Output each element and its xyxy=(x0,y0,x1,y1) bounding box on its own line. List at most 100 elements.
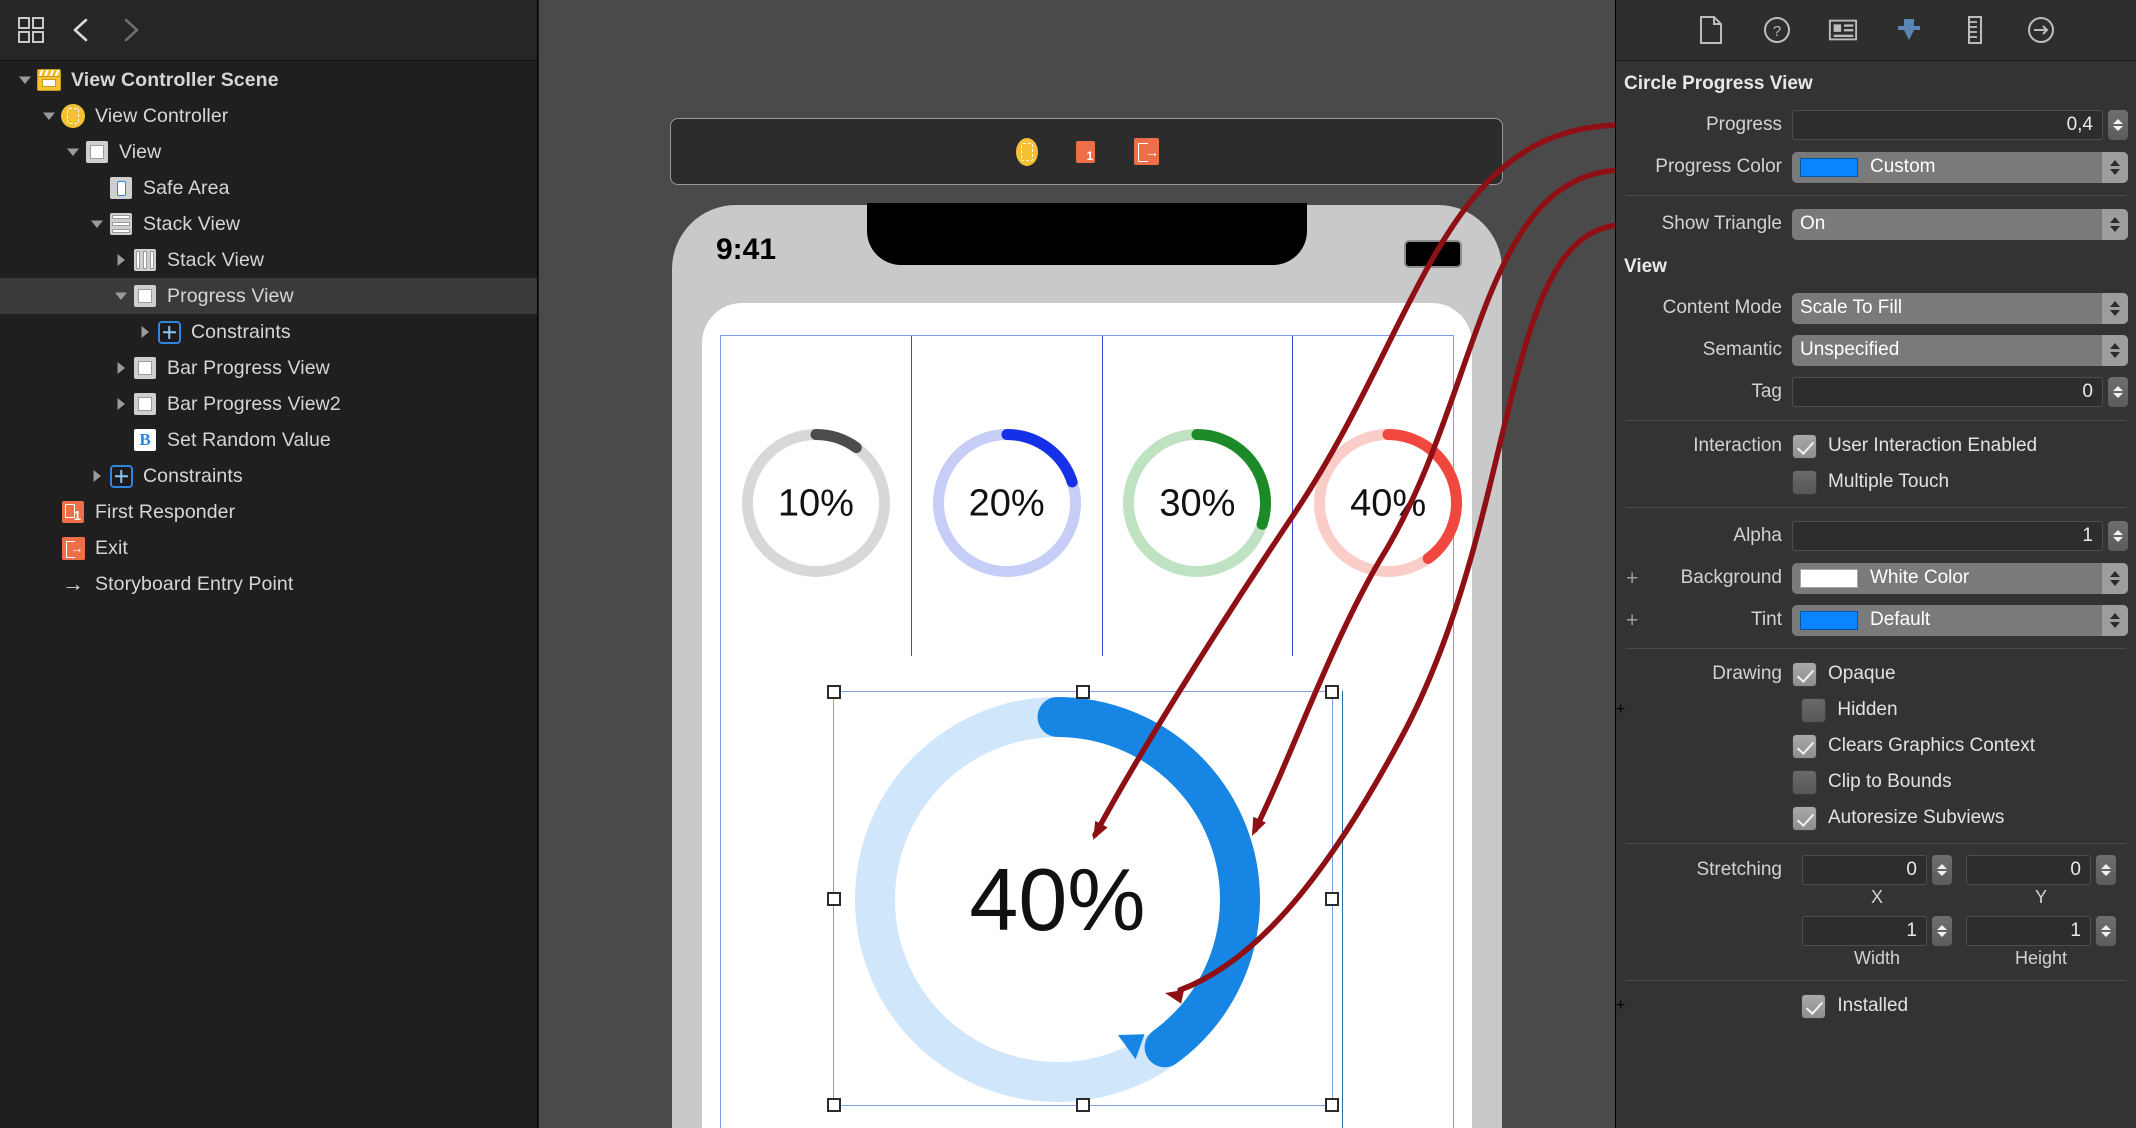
resize-handle-top-left[interactable] xyxy=(827,685,841,699)
tree-item-safe-area[interactable]: Safe Area xyxy=(0,170,537,206)
tree-item-label: View Controller xyxy=(95,104,229,127)
disclosure-triangle[interactable] xyxy=(110,242,132,278)
semantic-select[interactable]: Unspecified xyxy=(1792,334,2128,366)
tree-item-view-controller[interactable]: View Controller xyxy=(0,98,537,134)
scene-outline-tree[interactable]: View Controller Scene View Controller View… xyxy=(0,62,537,1128)
tree-item-constraints[interactable]: Constraints xyxy=(0,314,537,350)
tree-item-exit[interactable]: Exit xyxy=(0,530,537,566)
hidden-checkbox[interactable] xyxy=(1801,697,1827,723)
field-label: Content Mode xyxy=(1662,297,1782,318)
stretching-x-input[interactable]: 0 xyxy=(1802,855,1927,885)
connections-inspector-icon[interactable] xyxy=(2026,15,2056,45)
chevron-right-icon[interactable] xyxy=(114,13,148,47)
disclosure-triangle[interactable] xyxy=(110,278,132,314)
opaque-checkbox[interactable] xyxy=(1792,661,1817,687)
inspector-tab-bar[interactable]: ? xyxy=(1616,0,2136,61)
tree-item-label: Stack View xyxy=(167,248,265,271)
tree-item-stack-view[interactable]: Stack View xyxy=(0,206,537,242)
disclosure-triangle[interactable] xyxy=(62,134,84,170)
inspector-row-clip-to-bounds: Clip to Bounds xyxy=(1616,764,2136,800)
tree-item-first-responder[interactable]: First Responder xyxy=(0,494,537,530)
add-variation-plus-icon[interactable]: + xyxy=(1616,997,1625,1015)
resize-handle-bottom-left[interactable] xyxy=(827,1098,841,1112)
stepper-control[interactable] xyxy=(1932,855,1952,885)
combo-arrows-icon[interactable] xyxy=(2102,562,2128,594)
horizontal-stack-view[interactable]: 10% 20% 30% 40% xyxy=(721,336,1483,656)
resize-handle-middle-left[interactable] xyxy=(827,891,841,906)
disclosure-triangle[interactable] xyxy=(86,206,108,242)
tree-item-view[interactable]: View xyxy=(0,134,537,170)
show-triangle-select[interactable]: On xyxy=(1792,208,2128,240)
combo-arrows-icon[interactable] xyxy=(2102,208,2128,240)
circle-progress-view-3[interactable]: 30% xyxy=(1103,336,1294,656)
resize-handle-top-center[interactable] xyxy=(1076,685,1090,699)
user-interaction-enabled-checkbox[interactable] xyxy=(1792,433,1817,459)
chevron-left-icon[interactable] xyxy=(64,13,98,47)
combo-arrows-icon[interactable] xyxy=(2102,604,2128,636)
tag-input[interactable]: 0 xyxy=(1792,377,2103,407)
inspector-row-stretching: Stretching 0 X 0 Y 1 Width 1 Height xyxy=(1616,851,2136,973)
tree-item-constraints[interactable]: Constraints xyxy=(0,458,537,494)
stretching-height-input[interactable]: 1 xyxy=(1966,916,2091,946)
file-inspector-icon[interactable] xyxy=(1696,15,1726,45)
resize-handle-middle-right[interactable] xyxy=(1325,891,1339,906)
combo-arrows-icon[interactable] xyxy=(2102,334,2128,366)
attributes-inspector-icon[interactable] xyxy=(1894,15,1924,45)
tree-item-view-controller-scene[interactable]: View Controller Scene xyxy=(0,62,537,98)
tree-item-progress-view[interactable]: Progress View xyxy=(0,278,537,314)
disclosure-triangle[interactable] xyxy=(110,350,132,386)
disclosure-triangle[interactable] xyxy=(14,62,36,98)
progress-color-select[interactable]: Custom xyxy=(1792,151,2128,183)
tree-item-bar-progress-view[interactable]: Bar Progress View xyxy=(0,350,537,386)
stretching-y-input[interactable]: 0 xyxy=(1966,855,2091,885)
combo-arrows-icon[interactable] xyxy=(2102,151,2128,183)
scene-dock[interactable] xyxy=(670,118,1503,185)
disclosure-triangle[interactable] xyxy=(86,458,108,494)
stepper-control[interactable] xyxy=(2096,855,2116,885)
tree-item-bar-progress-view2[interactable]: Bar Progress View2 xyxy=(0,386,537,422)
grid-icon[interactable] xyxy=(14,13,48,47)
content-mode-select[interactable]: Scale To Fill xyxy=(1792,292,2128,324)
clip-to-bounds-checkbox[interactable] xyxy=(1792,769,1817,795)
quick-help-icon[interactable]: ? xyxy=(1762,15,1792,45)
alpha-input[interactable]: 1 xyxy=(1792,521,2103,551)
inspector-content[interactable]: Circle Progress View Progress 0,4 Progress … xyxy=(1616,62,2136,1128)
disclosure-triangle[interactable] xyxy=(38,98,60,134)
resize-handle-bottom-center[interactable] xyxy=(1076,1098,1090,1112)
add-variation-plus-icon[interactable]: + xyxy=(1626,568,1638,589)
stepper-control[interactable] xyxy=(1932,916,1952,946)
disclosure-triangle[interactable] xyxy=(134,314,156,350)
selected-circle-progress-view[interactable]: 40% xyxy=(827,685,1343,1128)
stepper-control[interactable] xyxy=(2108,377,2128,407)
stretching-width-input[interactable]: 1 xyxy=(1802,916,1927,946)
progress-input[interactable]: 0,4 xyxy=(1792,110,2103,140)
size-inspector-icon[interactable] xyxy=(1960,15,1990,45)
resize-handle-top-right[interactable] xyxy=(1325,685,1339,699)
dock-first-responder-icon[interactable] xyxy=(1072,137,1102,167)
storyboard-canvas[interactable]: 9:41 10% 20% 30% 40% 40% xyxy=(539,0,1615,1128)
stepper-control[interactable] xyxy=(2108,521,2128,551)
autoresize-subviews-checkbox[interactable] xyxy=(1792,805,1817,831)
clears-graphics-context-checkbox[interactable] xyxy=(1792,733,1817,759)
multiple-touch-checkbox[interactable] xyxy=(1792,469,1817,495)
dock-view-controller-icon[interactable] xyxy=(1012,137,1042,167)
disclosure-triangle[interactable] xyxy=(110,386,132,422)
circle-progress-view-4[interactable]: 40% xyxy=(1293,336,1483,656)
add-variation-plus-icon[interactable]: + xyxy=(1616,701,1625,719)
combo-arrows-icon[interactable] xyxy=(2102,292,2128,324)
dock-exit-icon[interactable] xyxy=(1132,137,1162,167)
circle-progress-view-1[interactable]: 10% xyxy=(721,336,912,656)
stepper-control[interactable] xyxy=(2096,916,2116,946)
stepper-control[interactable] xyxy=(2108,110,2128,140)
identity-inspector-icon[interactable] xyxy=(1828,15,1858,45)
tree-item-stack-view[interactable]: Stack View xyxy=(0,242,537,278)
background-select[interactable]: White Color xyxy=(1792,562,2128,594)
tree-item-storyboard-entry-point[interactable]: → Storyboard Entry Point xyxy=(0,566,537,602)
installed-checkbox[interactable] xyxy=(1801,993,1827,1019)
resize-handle-bottom-right[interactable] xyxy=(1325,1098,1339,1112)
add-variation-plus-icon[interactable]: + xyxy=(1626,610,1638,631)
tint-select[interactable]: Default xyxy=(1792,604,2128,636)
circle-progress-view-2[interactable]: 20% xyxy=(912,336,1103,656)
view-icon xyxy=(132,355,158,381)
tree-item-set-random-value[interactable]: B Set Random Value xyxy=(0,422,537,458)
